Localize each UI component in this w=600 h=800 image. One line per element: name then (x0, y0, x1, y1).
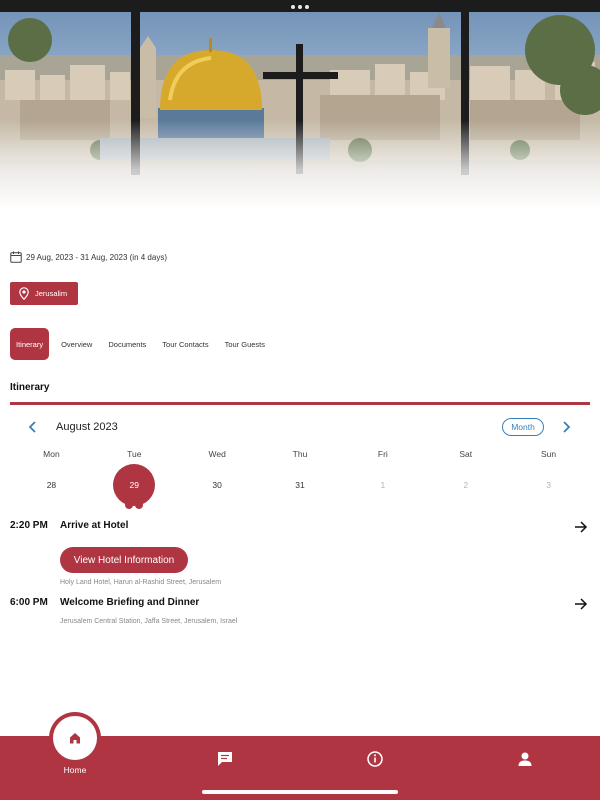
calendar-day-selected[interactable]: 29 (93, 464, 176, 509)
location-chip[interactable]: Jerusalim (10, 282, 78, 305)
arrow-right-icon[interactable] (574, 520, 588, 534)
arrow-right-icon[interactable] (574, 597, 588, 611)
profile-icon (518, 752, 532, 766)
calendar-day-outside-month[interactable]: 3 (507, 464, 590, 506)
tab-overview[interactable]: Overview (53, 328, 100, 360)
home-label: Home (63, 765, 87, 775)
section-divider (10, 402, 590, 405)
tab-tour-guests[interactable]: Tour Guests (217, 328, 273, 360)
weekday-label: Thu (292, 449, 308, 459)
home-indicator[interactable] (202, 790, 398, 794)
event-address: Holy Land Hotel, Harun al-Rashid Street,… (60, 579, 222, 586)
day-number: 29 (129, 480, 140, 490)
calendar-week: 28 29 30 31 1 2 3 (10, 464, 590, 509)
tab-itinerary[interactable]: Itinerary (10, 328, 50, 360)
day-number: 30 (212, 480, 222, 490)
calendar-day[interactable]: 31 (259, 464, 342, 506)
tab-documents[interactable]: Documents (100, 328, 154, 360)
day-number: 28 (46, 480, 57, 490)
weekday-label: Sat (459, 449, 473, 459)
trip-dates: 29 Aug, 2023 - 31 Aug, 2023 (in 4 days) (10, 251, 167, 263)
event-title: Welcome Briefing and Dinner (60, 597, 200, 608)
event-markers (125, 501, 144, 509)
section-title: Itinerary (10, 382, 50, 393)
view-hotel-button[interactable]: View Hotel Information (60, 547, 188, 573)
hero-fade (0, 120, 600, 210)
home-icon (70, 733, 80, 744)
calendar-header: August 2023 Month (10, 418, 590, 438)
event-time: 2:20 PM (10, 520, 48, 531)
multitask-handle[interactable] (291, 5, 309, 9)
messages-button[interactable] (216, 750, 234, 768)
day-number: 2 (463, 480, 469, 490)
event-time: 6:00 PM (10, 597, 48, 608)
calendar-day[interactable]: 30 (176, 464, 259, 506)
calendar-day-outside-month[interactable]: 1 (341, 464, 424, 506)
info-icon (367, 751, 383, 767)
event-address: Jerusalem Central Station, Jaffa Street,… (60, 618, 238, 625)
weekday-label: Wed (208, 449, 226, 459)
home-button[interactable] (53, 716, 97, 760)
day-number: 1 (380, 480, 386, 490)
map-pin-icon (19, 287, 29, 300)
weekday-label: Sun (541, 449, 557, 459)
hero-image (0, 0, 600, 210)
trip-tabs: Itinerary Overview Documents Tour Contac… (10, 328, 273, 360)
trip-date-range: 29 Aug, 2023 - 31 Aug, 2023 (in 4 days) (26, 252, 167, 262)
weekday-label: Mon (43, 449, 60, 459)
day-number: 3 (546, 480, 551, 490)
calendar-day[interactable]: 28 (10, 464, 93, 506)
calendar-view-toggle[interactable]: Month (502, 418, 544, 436)
calendar-weekdays: Mon Tue Wed Thu Fri Sat Sun (10, 449, 590, 459)
weekday-label: Fri (377, 449, 388, 459)
chat-icon (218, 752, 232, 766)
weekday-label: Tue (127, 449, 142, 459)
tab-tour-contacts[interactable]: Tour Contacts (154, 328, 216, 360)
chevron-right-icon[interactable] (561, 421, 571, 433)
calendar-icon (10, 251, 22, 263)
chevron-left-icon[interactable] (28, 421, 38, 433)
info-button[interactable] (366, 750, 384, 768)
event-title: Arrive at Hotel (60, 520, 129, 531)
calendar-month-label: August 2023 (56, 421, 118, 433)
day-number: 31 (295, 480, 305, 490)
location-label: Jerusalim (35, 289, 68, 298)
profile-button[interactable] (516, 750, 534, 768)
calendar-day-outside-month[interactable]: 2 (424, 464, 507, 506)
